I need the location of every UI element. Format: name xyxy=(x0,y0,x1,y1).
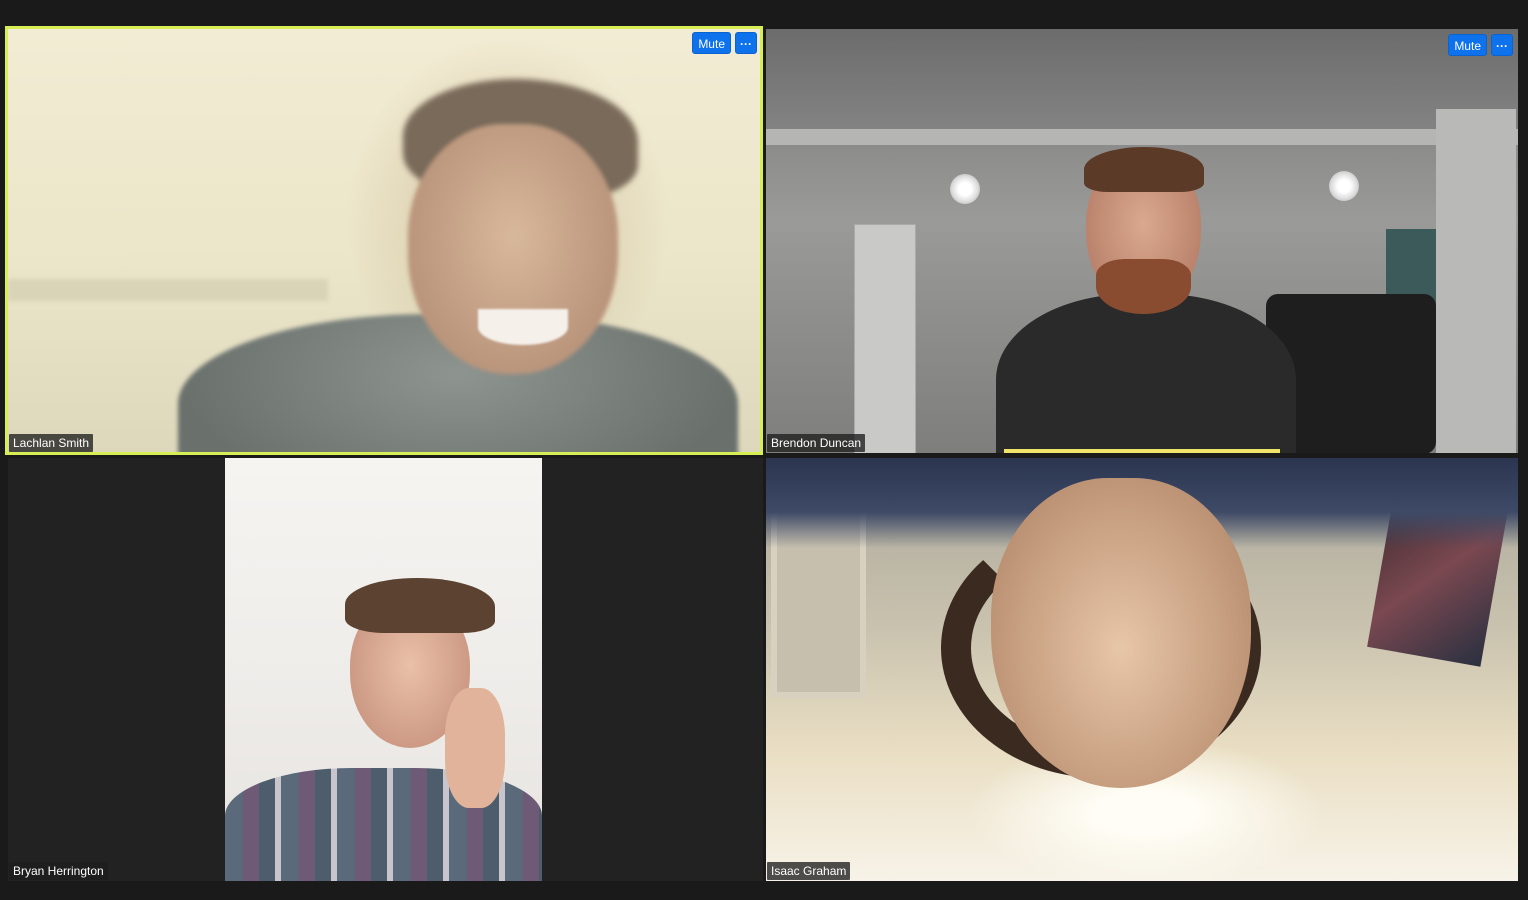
participant-name-label: Isaac Graham xyxy=(767,862,851,880)
background-ledge xyxy=(8,279,328,301)
ceiling-light xyxy=(950,174,980,204)
background-ceiling xyxy=(766,29,1518,139)
video-feed xyxy=(8,29,760,452)
participant-name-label: Lachlan Smith xyxy=(9,434,94,452)
participant-smile xyxy=(478,309,568,345)
background-door xyxy=(1436,109,1516,453)
video-tile-bryan-herrington[interactable]: Bryan Herrington xyxy=(8,458,763,881)
video-feed xyxy=(766,29,1518,453)
gallery-view: Mute ··· Lachlan Smith Mute ··· Brendon … xyxy=(0,0,1528,900)
participant-hair xyxy=(345,578,495,633)
tile-controls: Mute ··· xyxy=(1448,34,1513,56)
participant-hand xyxy=(445,688,505,808)
background-cornice xyxy=(766,129,1518,145)
participant-face xyxy=(991,478,1251,788)
mute-button[interactable]: Mute xyxy=(692,32,731,54)
video-tile-lachlan-smith[interactable]: Mute ··· Lachlan Smith xyxy=(5,26,763,455)
participant-name-label: Brendon Duncan xyxy=(767,434,866,452)
participant-hair xyxy=(1084,147,1204,192)
participant-beard xyxy=(1096,259,1191,314)
ellipsis-icon[interactable]: ··· xyxy=(735,32,757,54)
video-tile-isaac-graham[interactable]: Isaac Graham xyxy=(766,458,1518,881)
mute-button[interactable]: Mute xyxy=(1448,34,1487,56)
ellipsis-icon[interactable]: ··· xyxy=(1491,34,1513,56)
video-feed xyxy=(766,458,1518,881)
ceiling-light xyxy=(1329,171,1359,201)
video-tile-brendon-duncan[interactable]: Mute ··· Brendon Duncan xyxy=(766,29,1518,453)
video-feed xyxy=(225,458,542,881)
background-door xyxy=(854,224,916,453)
participant-name-label: Bryan Herrington xyxy=(9,862,108,880)
tile-controls: Mute ··· xyxy=(692,32,757,54)
participant-body xyxy=(996,294,1296,453)
audio-level-bar xyxy=(1004,449,1280,453)
